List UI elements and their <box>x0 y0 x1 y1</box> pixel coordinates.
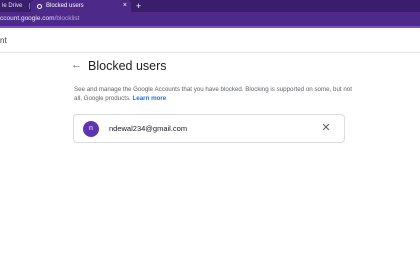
tab-blocked-users[interactable]: Blocked users × <box>31 0 131 12</box>
new-tab-button[interactable]: + <box>136 0 141 12</box>
description-text: See and manage the Google Accounts that … <box>74 86 352 102</box>
tab-google-drive[interactable]: le Drive <box>0 0 28 12</box>
close-tab-icon[interactable]: × <box>123 1 127 11</box>
tab-separator <box>29 3 30 9</box>
browser-accent-line <box>0 26 420 28</box>
tab-strip: le Drive Blocked users × + <box>0 0 420 12</box>
url-host: ccount.google.com <box>0 15 55 22</box>
url-path: /blocklist <box>54 15 80 22</box>
tab-label: Blocked users <box>46 3 84 9</box>
learn-more-link[interactable]: Learn more <box>133 95 167 102</box>
url-text[interactable]: ccount.google.com/blocklist <box>0 15 80 22</box>
address-bar[interactable]: ccount.google.com/blocklist <box>0 12 420 26</box>
avatar: n <box>83 121 99 137</box>
page-title: Blocked users <box>88 59 167 73</box>
blocked-user-card: n ndewal234@gmail.com ✕ <box>73 114 345 143</box>
tab-label: le Drive <box>2 3 23 9</box>
unblock-close-icon[interactable]: ✕ <box>320 122 332 134</box>
page-description: See and manage the Google Accounts that … <box>74 85 356 103</box>
google-favicon-icon <box>37 3 42 9</box>
blocked-user-email: ndewal234@gmail.com <box>109 124 188 133</box>
arrow-left-icon[interactable]: ← <box>71 58 82 72</box>
account-brand-text: nt <box>0 36 7 45</box>
header-divider <box>0 52 420 53</box>
